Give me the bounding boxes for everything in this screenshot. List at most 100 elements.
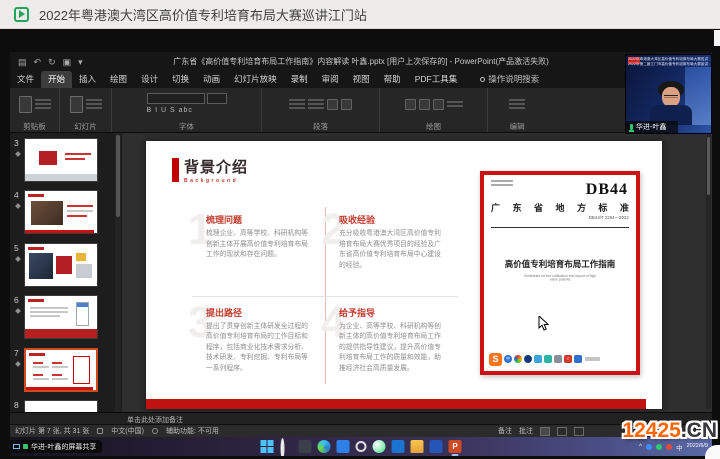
gray-app-icon bbox=[554, 355, 562, 363]
shapes-icon[interactable] bbox=[405, 99, 416, 110]
animation-star-icon bbox=[15, 308, 21, 314]
doc-toolbar-icons: S 中 T bbox=[489, 352, 631, 366]
tray-clock[interactable]: 2022/6/9 bbox=[687, 443, 708, 449]
drawing-group[interactable] bbox=[380, 88, 488, 120]
tab-home[interactable]: 开始 bbox=[41, 71, 72, 88]
animation-star-icon bbox=[15, 256, 21, 262]
task-view-icon[interactable] bbox=[299, 440, 312, 453]
presenter-video[interactable]: 2022年粤港澳大湾区高价值专利培育布局大赛巡讲 2022年第二届江门市高价值专… bbox=[625, 54, 712, 134]
slide-editing-area: 背景介绍 Background 1 梳理问题 梳理企业、高等学校、科研机构等创新… bbox=[122, 133, 712, 412]
language-indicator[interactable]: 中文(中国) bbox=[111, 426, 144, 436]
tray-app-icon[interactable] bbox=[656, 444, 662, 450]
wechat-icon[interactable] bbox=[373, 440, 386, 453]
tray-app-icon[interactable] bbox=[646, 444, 652, 450]
clipboard-group[interactable] bbox=[10, 88, 60, 120]
tray-caret-icon[interactable]: ^ bbox=[639, 443, 642, 450]
thumbnail-scrollbar[interactable] bbox=[115, 133, 121, 412]
clipboard-label: 剪贴板 bbox=[10, 120, 60, 132]
new-slide-icon[interactable] bbox=[70, 96, 83, 113]
quadrant-4: 4 给予指导 为企业、高等学校、科研机构等创新主体的高价值专利培育布局工作的提供… bbox=[325, 296, 458, 389]
tab-pdf-tools[interactable]: PDF工具集 bbox=[408, 71, 465, 88]
quadrant-grid: 1 梳理问题 梳理企业、高等学校、科研机构等创新主体开展高价值专利培育布局工作的… bbox=[192, 203, 458, 388]
standard-document-image: DB44 广东省地方标准 DB44/T 2264—2022 高价值专利培育布局工… bbox=[480, 171, 640, 375]
fill-outline-icons[interactable] bbox=[447, 101, 463, 107]
reading-view-button[interactable] bbox=[574, 427, 584, 436]
slides-group[interactable] bbox=[60, 88, 112, 120]
mouse-cursor bbox=[538, 316, 549, 331]
notes-pane[interactable]: 单击此处添加备注 bbox=[10, 412, 712, 424]
quick-styles-icon[interactable] bbox=[433, 99, 444, 110]
accessibility-status[interactable]: 辅助功能: 不可用 bbox=[166, 426, 219, 436]
tell-me-search[interactable]: 操作说明搜索 bbox=[480, 73, 539, 88]
file-explorer-icon[interactable] bbox=[411, 440, 424, 453]
tab-slideshow[interactable]: 幻灯片放映 bbox=[227, 71, 284, 88]
paragraph-group[interactable] bbox=[262, 88, 380, 120]
font-style-buttons[interactable]: B I U S abc bbox=[147, 106, 227, 115]
tab-draw[interactable]: 绘图 bbox=[103, 71, 134, 88]
notes-toggle-button[interactable]: 备注 bbox=[498, 426, 512, 436]
quadrant-heading: 梳理问题 bbox=[206, 213, 311, 226]
animation-star-icon bbox=[15, 203, 21, 209]
ime-indicator[interactable]: 中 bbox=[676, 442, 683, 452]
ribbon-group-labels: 剪贴板 幻灯片 字体 段落 绘图 编辑 bbox=[10, 120, 712, 133]
tab-review[interactable]: 审阅 bbox=[315, 71, 346, 88]
paste-icon[interactable] bbox=[19, 96, 32, 113]
thumbnail-slide-7-selected[interactable]: 7 bbox=[10, 348, 122, 395]
mail-icon[interactable] bbox=[392, 440, 405, 453]
font-name-combobox[interactable] bbox=[147, 93, 205, 104]
thumbnail-slide-3[interactable]: 3 bbox=[10, 138, 122, 185]
start-button[interactable] bbox=[261, 440, 274, 453]
tab-animations[interactable]: 动画 bbox=[196, 71, 227, 88]
comments-toggle-button[interactable]: 批注 bbox=[519, 426, 533, 436]
editing-group[interactable] bbox=[488, 88, 546, 120]
spellcheck-icon[interactable] bbox=[97, 428, 103, 434]
slide-counter: 幻灯片 第 7 张, 共 31 张 bbox=[15, 426, 89, 436]
tab-design[interactable]: 设计 bbox=[134, 71, 165, 88]
thumbnail-slide-6[interactable]: 6 bbox=[10, 295, 122, 342]
tab-record[interactable]: 录制 bbox=[284, 71, 315, 88]
tray-app-icon[interactable] bbox=[666, 444, 672, 450]
font-group[interactable]: B I U S abc bbox=[112, 88, 262, 120]
quadrant-1: 1 梳理问题 梳理企业、高等学校、科研机构等创新主体开展高价值专利培育布局工作的… bbox=[192, 203, 325, 296]
tab-transitions[interactable]: 切换 bbox=[165, 71, 196, 88]
current-slide[interactable]: 背景介绍 Background 1 梳理问题 梳理企业、高等学校、科研机构等创新… bbox=[146, 141, 662, 409]
normal-view-button[interactable] bbox=[540, 427, 550, 436]
tab-file[interactable]: 文件 bbox=[10, 71, 41, 88]
window-frame-sliver bbox=[714, 30, 720, 46]
font-size-combobox[interactable] bbox=[207, 93, 227, 104]
edge-icon[interactable] bbox=[318, 440, 331, 453]
screen-share-banner: 华进-叶鑫的屏幕共享 bbox=[10, 440, 102, 453]
tab-insert[interactable]: 插入 bbox=[72, 71, 103, 88]
thumbnail-slide-8[interactable]: 8 bbox=[10, 400, 122, 412]
snip-tool-icon[interactable] bbox=[356, 441, 367, 452]
quadrant-body: 充分吸收粤港澳大湾区高价值专利培育布局大赛优秀项目的经验及广东省高价值专利培育布… bbox=[339, 229, 444, 271]
slide-sorter-view-button[interactable] bbox=[557, 427, 567, 436]
editing-scrollbar[interactable] bbox=[706, 135, 711, 409]
watermark: 12425.CN bbox=[622, 419, 717, 443]
quadrant-heading: 给予指导 bbox=[339, 306, 444, 319]
find-replace-select-icons[interactable] bbox=[509, 99, 525, 109]
taskbar-icons: P bbox=[261, 437, 462, 456]
slide-footer-bar bbox=[146, 399, 646, 409]
arrange-icon[interactable] bbox=[419, 99, 430, 110]
layout-icons[interactable] bbox=[86, 99, 102, 109]
thumbnail-slide-4[interactable]: 4 bbox=[10, 190, 122, 237]
tab-help[interactable]: 帮助 bbox=[377, 71, 408, 88]
title-accent-bar bbox=[172, 158, 179, 182]
thumbnail-slide-5[interactable]: 5 bbox=[10, 243, 122, 290]
tab-view[interactable]: 视图 bbox=[346, 71, 377, 88]
cut-copy-icons[interactable] bbox=[35, 99, 51, 109]
grid-app-icon bbox=[574, 355, 582, 363]
align-icons[interactable] bbox=[308, 99, 324, 109]
meeting-window: 2022年粤港澳大湾区高价值专利培育布局大赛巡讲江门站 ▤ ↶ ↻ ▣ ▾ 广东… bbox=[0, 0, 720, 459]
photos-icon[interactable] bbox=[430, 440, 443, 453]
list-icons[interactable] bbox=[289, 99, 305, 109]
search-icon[interactable] bbox=[280, 440, 293, 453]
slide-header: 背景介绍 Background bbox=[184, 156, 248, 184]
presenter-name-tag: 华进-叶鑫 bbox=[626, 121, 678, 133]
standard-label: 广东省地方标准 bbox=[491, 201, 629, 214]
powerpoint-icon[interactable]: P bbox=[449, 440, 462, 453]
store-icon[interactable] bbox=[337, 440, 350, 453]
columns-icon[interactable] bbox=[327, 99, 338, 110]
text-direction-icon[interactable] bbox=[341, 99, 352, 110]
